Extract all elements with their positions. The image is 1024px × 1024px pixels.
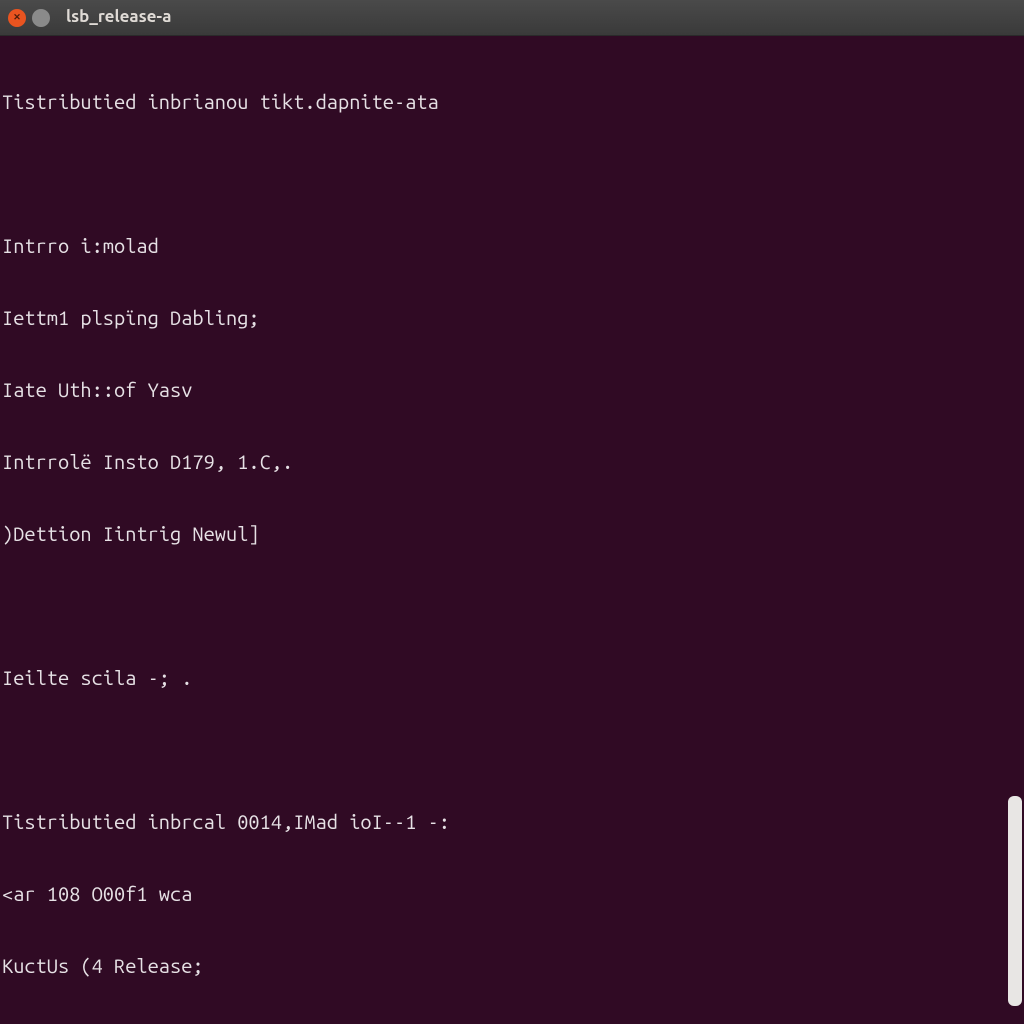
window-titlebar: lsb_release-a xyxy=(0,0,1024,36)
scrollbar-thumb[interactable] xyxy=(1008,796,1022,1006)
terminal-line: Intrro i:molad xyxy=(0,234,1024,258)
minimize-icon[interactable] xyxy=(32,9,50,27)
terminal-line xyxy=(0,594,1024,618)
terminal-line: Ieilte scila -; . xyxy=(0,666,1024,690)
terminal-output[interactable]: Tistributied inbrianou tikt.dapnite-ata … xyxy=(0,36,1024,1024)
terminal-line: <ar 108 O00f1 wca xyxy=(0,882,1024,906)
terminal-line: Intrrolë Insto D179, 1.C,. xyxy=(0,450,1024,474)
terminal-line: Tistributied inbrcal 0014,IMad ioI--1 -: xyxy=(0,810,1024,834)
window-title: lsb_release-a xyxy=(66,7,171,27)
terminal-line: )Dettion Iintrig Newul] xyxy=(0,522,1024,546)
terminal-line: Iettm1 plspïng Dabling; xyxy=(0,306,1024,330)
terminal-line: Iate Uth::of Yasv xyxy=(0,378,1024,402)
close-icon[interactable] xyxy=(8,9,26,27)
terminal-line xyxy=(0,738,1024,762)
terminal-line: KuctUs (4 Release; xyxy=(0,954,1024,978)
terminal-line xyxy=(0,162,1024,186)
terminal-line: Tistributied inbrianou tikt.dapnite-ata xyxy=(0,90,1024,114)
